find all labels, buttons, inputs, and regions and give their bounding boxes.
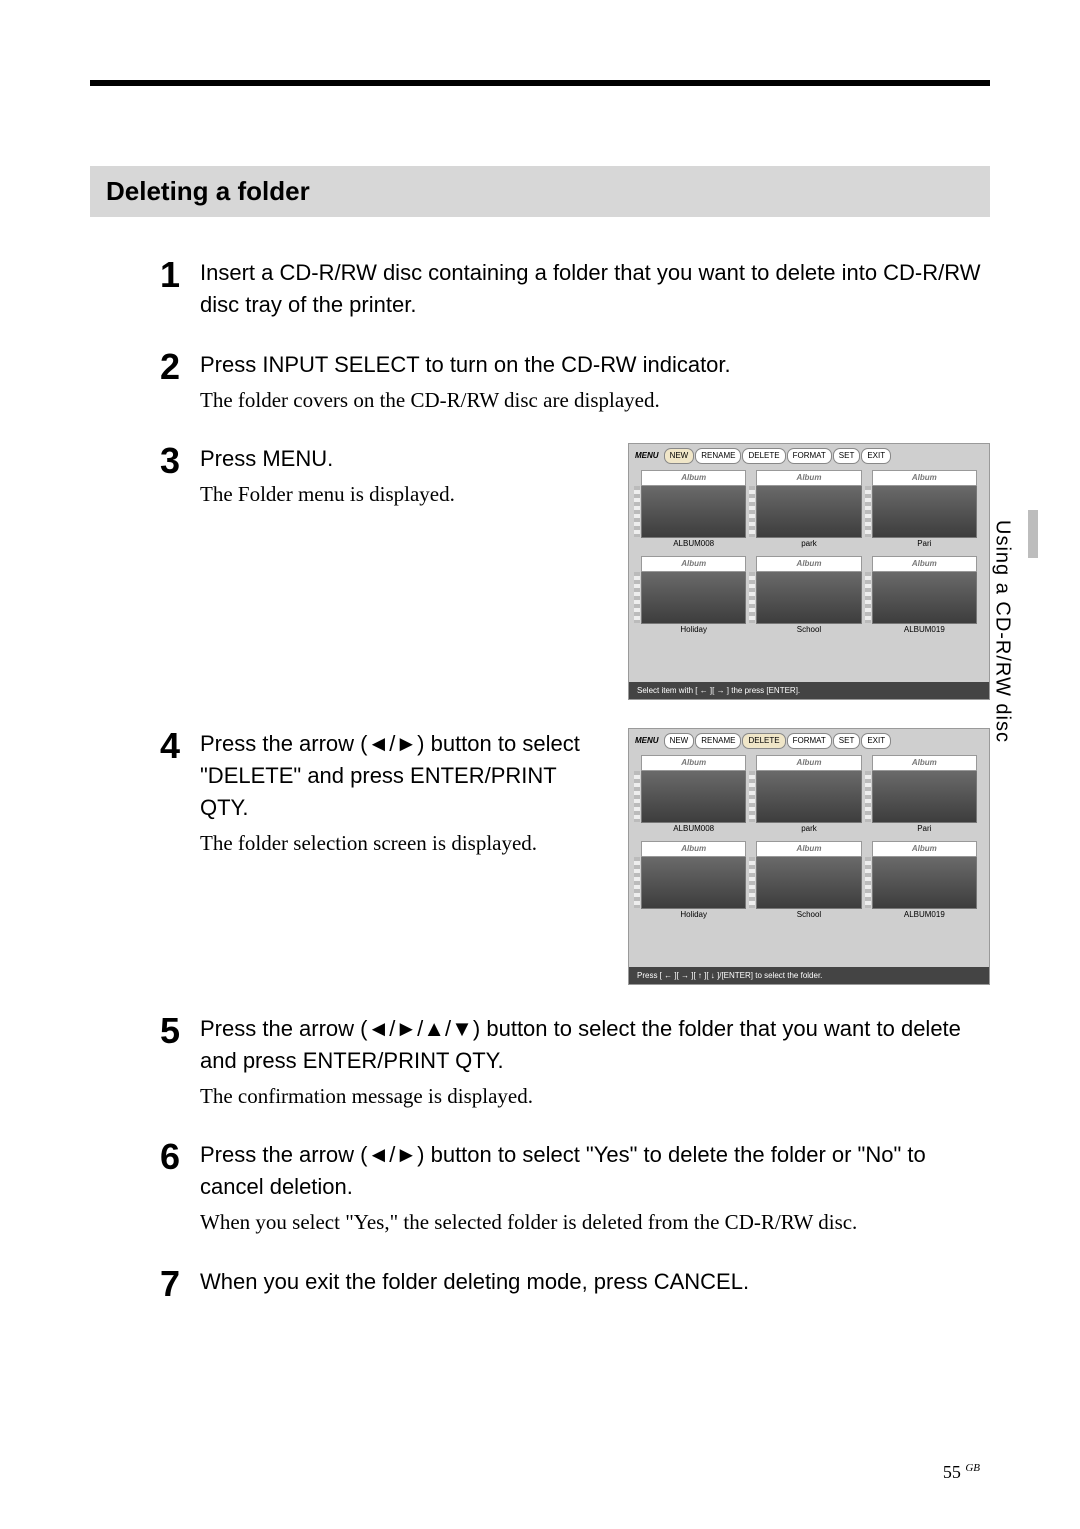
album-grid: AlbumALBUM008 Albumpark AlbumPari AlbumH…	[629, 466, 989, 638]
tab-format: FORMAT	[787, 448, 832, 464]
side-tab-mark	[1028, 510, 1038, 558]
menu-label: MENU	[635, 735, 659, 747]
folder-menu-screenshot-2: MENU NEW RENAME DELETE FORMAT SET EXIT A…	[628, 728, 990, 985]
step-number: 5	[160, 1013, 200, 1049]
step-3: 3 Press MENU. The Folder menu is display…	[160, 443, 990, 700]
album-thumb: AlbumHoliday	[641, 556, 746, 636]
tab-delete: DELETE	[742, 448, 785, 464]
screenshot-footer: Select item with [ ← ][ → ] the press [E…	[629, 682, 989, 700]
screenshot-menu: MENU NEW RENAME DELETE FORMAT SET EXIT	[629, 729, 989, 751]
step-number: 4	[160, 728, 200, 764]
tab-set: SET	[833, 733, 861, 749]
step-3-sub: The Folder menu is displayed.	[200, 479, 608, 509]
step-6-main: Press the arrow (◄/►) button to select "…	[200, 1139, 990, 1203]
step-4: 4 Press the arrow (◄/►) button to select…	[160, 728, 990, 985]
page-number-suffix: GB	[965, 1462, 980, 1474]
screenshot-menu: MENU NEW RENAME DELETE FORMAT SET EXIT	[629, 444, 989, 466]
tab-set: SET	[833, 448, 861, 464]
section-title: Deleting a folder	[90, 166, 990, 217]
album-thumb: AlbumALBUM008	[641, 470, 746, 550]
tab-delete: DELETE	[742, 733, 785, 749]
step-2-sub: The folder covers on the CD-R/RW disc ar…	[200, 385, 990, 415]
steps-list: 1 Insert a CD-R/RW disc containing a fol…	[160, 257, 990, 1302]
manual-page: Deleting a folder 1 Insert a CD-R/RW dis…	[0, 0, 1080, 1529]
step-5-main: Press the arrow (◄/►/▲/▼) button to sele…	[200, 1013, 990, 1077]
side-tab-text: Using a CD-R/RW disc	[991, 520, 1014, 743]
screenshot-footer: Press [ ← ][ → ][ ↑ ][ ↓ ]/[ENTER] to se…	[629, 967, 989, 985]
album-thumb: AlbumPari	[872, 755, 977, 835]
album-thumb: Albumpark	[756, 755, 861, 835]
album-thumb: AlbumALBUM019	[872, 556, 977, 636]
step-7: 7 When you exit the folder deleting mode…	[160, 1266, 990, 1302]
step-number: 1	[160, 257, 200, 293]
tab-new: NEW	[664, 733, 695, 749]
step-7-main: When you exit the folder deleting mode, …	[200, 1266, 990, 1298]
album-grid: AlbumALBUM008 Albumpark AlbumPari AlbumH…	[629, 751, 989, 923]
tab-rename: RENAME	[695, 733, 741, 749]
album-thumb: Albumpark	[756, 470, 861, 550]
step-5: 5 Press the arrow (◄/►/▲/▼) button to se…	[160, 1013, 990, 1111]
folder-menu-screenshot-1: MENU NEW RENAME DELETE FORMAT SET EXIT A…	[628, 443, 990, 700]
step-4-main: Press the arrow (◄/►) button to select "…	[200, 728, 608, 824]
step-2-main: Press INPUT SELECT to turn on the CD-RW …	[200, 349, 990, 381]
step-1: 1 Insert a CD-R/RW disc containing a fol…	[160, 257, 990, 321]
album-thumb: AlbumSchool	[756, 556, 861, 636]
tab-new: NEW	[664, 448, 695, 464]
step-2: 2 Press INPUT SELECT to turn on the CD-R…	[160, 349, 990, 415]
tab-exit: EXIT	[861, 733, 891, 749]
side-tab: Using a CD-R/RW disc	[990, 520, 1014, 800]
page-number-value: 55	[943, 1462, 961, 1482]
step-1-main: Insert a CD-R/RW disc containing a folde…	[200, 257, 990, 321]
album-thumb: AlbumPari	[872, 470, 977, 550]
menu-label: MENU	[635, 450, 659, 462]
step-5-sub: The confirmation message is displayed.	[200, 1081, 990, 1111]
step-4-sub: The folder selection screen is displayed…	[200, 828, 608, 858]
step-6-sub: When you select "Yes," the selected fold…	[200, 1207, 990, 1237]
step-number: 6	[160, 1139, 200, 1175]
page-number: 55 GB	[943, 1462, 980, 1483]
step-number: 3	[160, 443, 200, 479]
album-thumb: AlbumHoliday	[641, 841, 746, 921]
top-rule	[90, 80, 990, 86]
step-6: 6 Press the arrow (◄/►) button to select…	[160, 1139, 990, 1237]
album-thumb: AlbumALBUM008	[641, 755, 746, 835]
step-number: 2	[160, 349, 200, 385]
tab-rename: RENAME	[695, 448, 741, 464]
tab-exit: EXIT	[861, 448, 891, 464]
album-thumb: AlbumALBUM019	[872, 841, 977, 921]
step-number: 7	[160, 1266, 200, 1302]
tab-format: FORMAT	[787, 733, 832, 749]
step-3-main: Press MENU.	[200, 443, 608, 475]
album-thumb: AlbumSchool	[756, 841, 861, 921]
